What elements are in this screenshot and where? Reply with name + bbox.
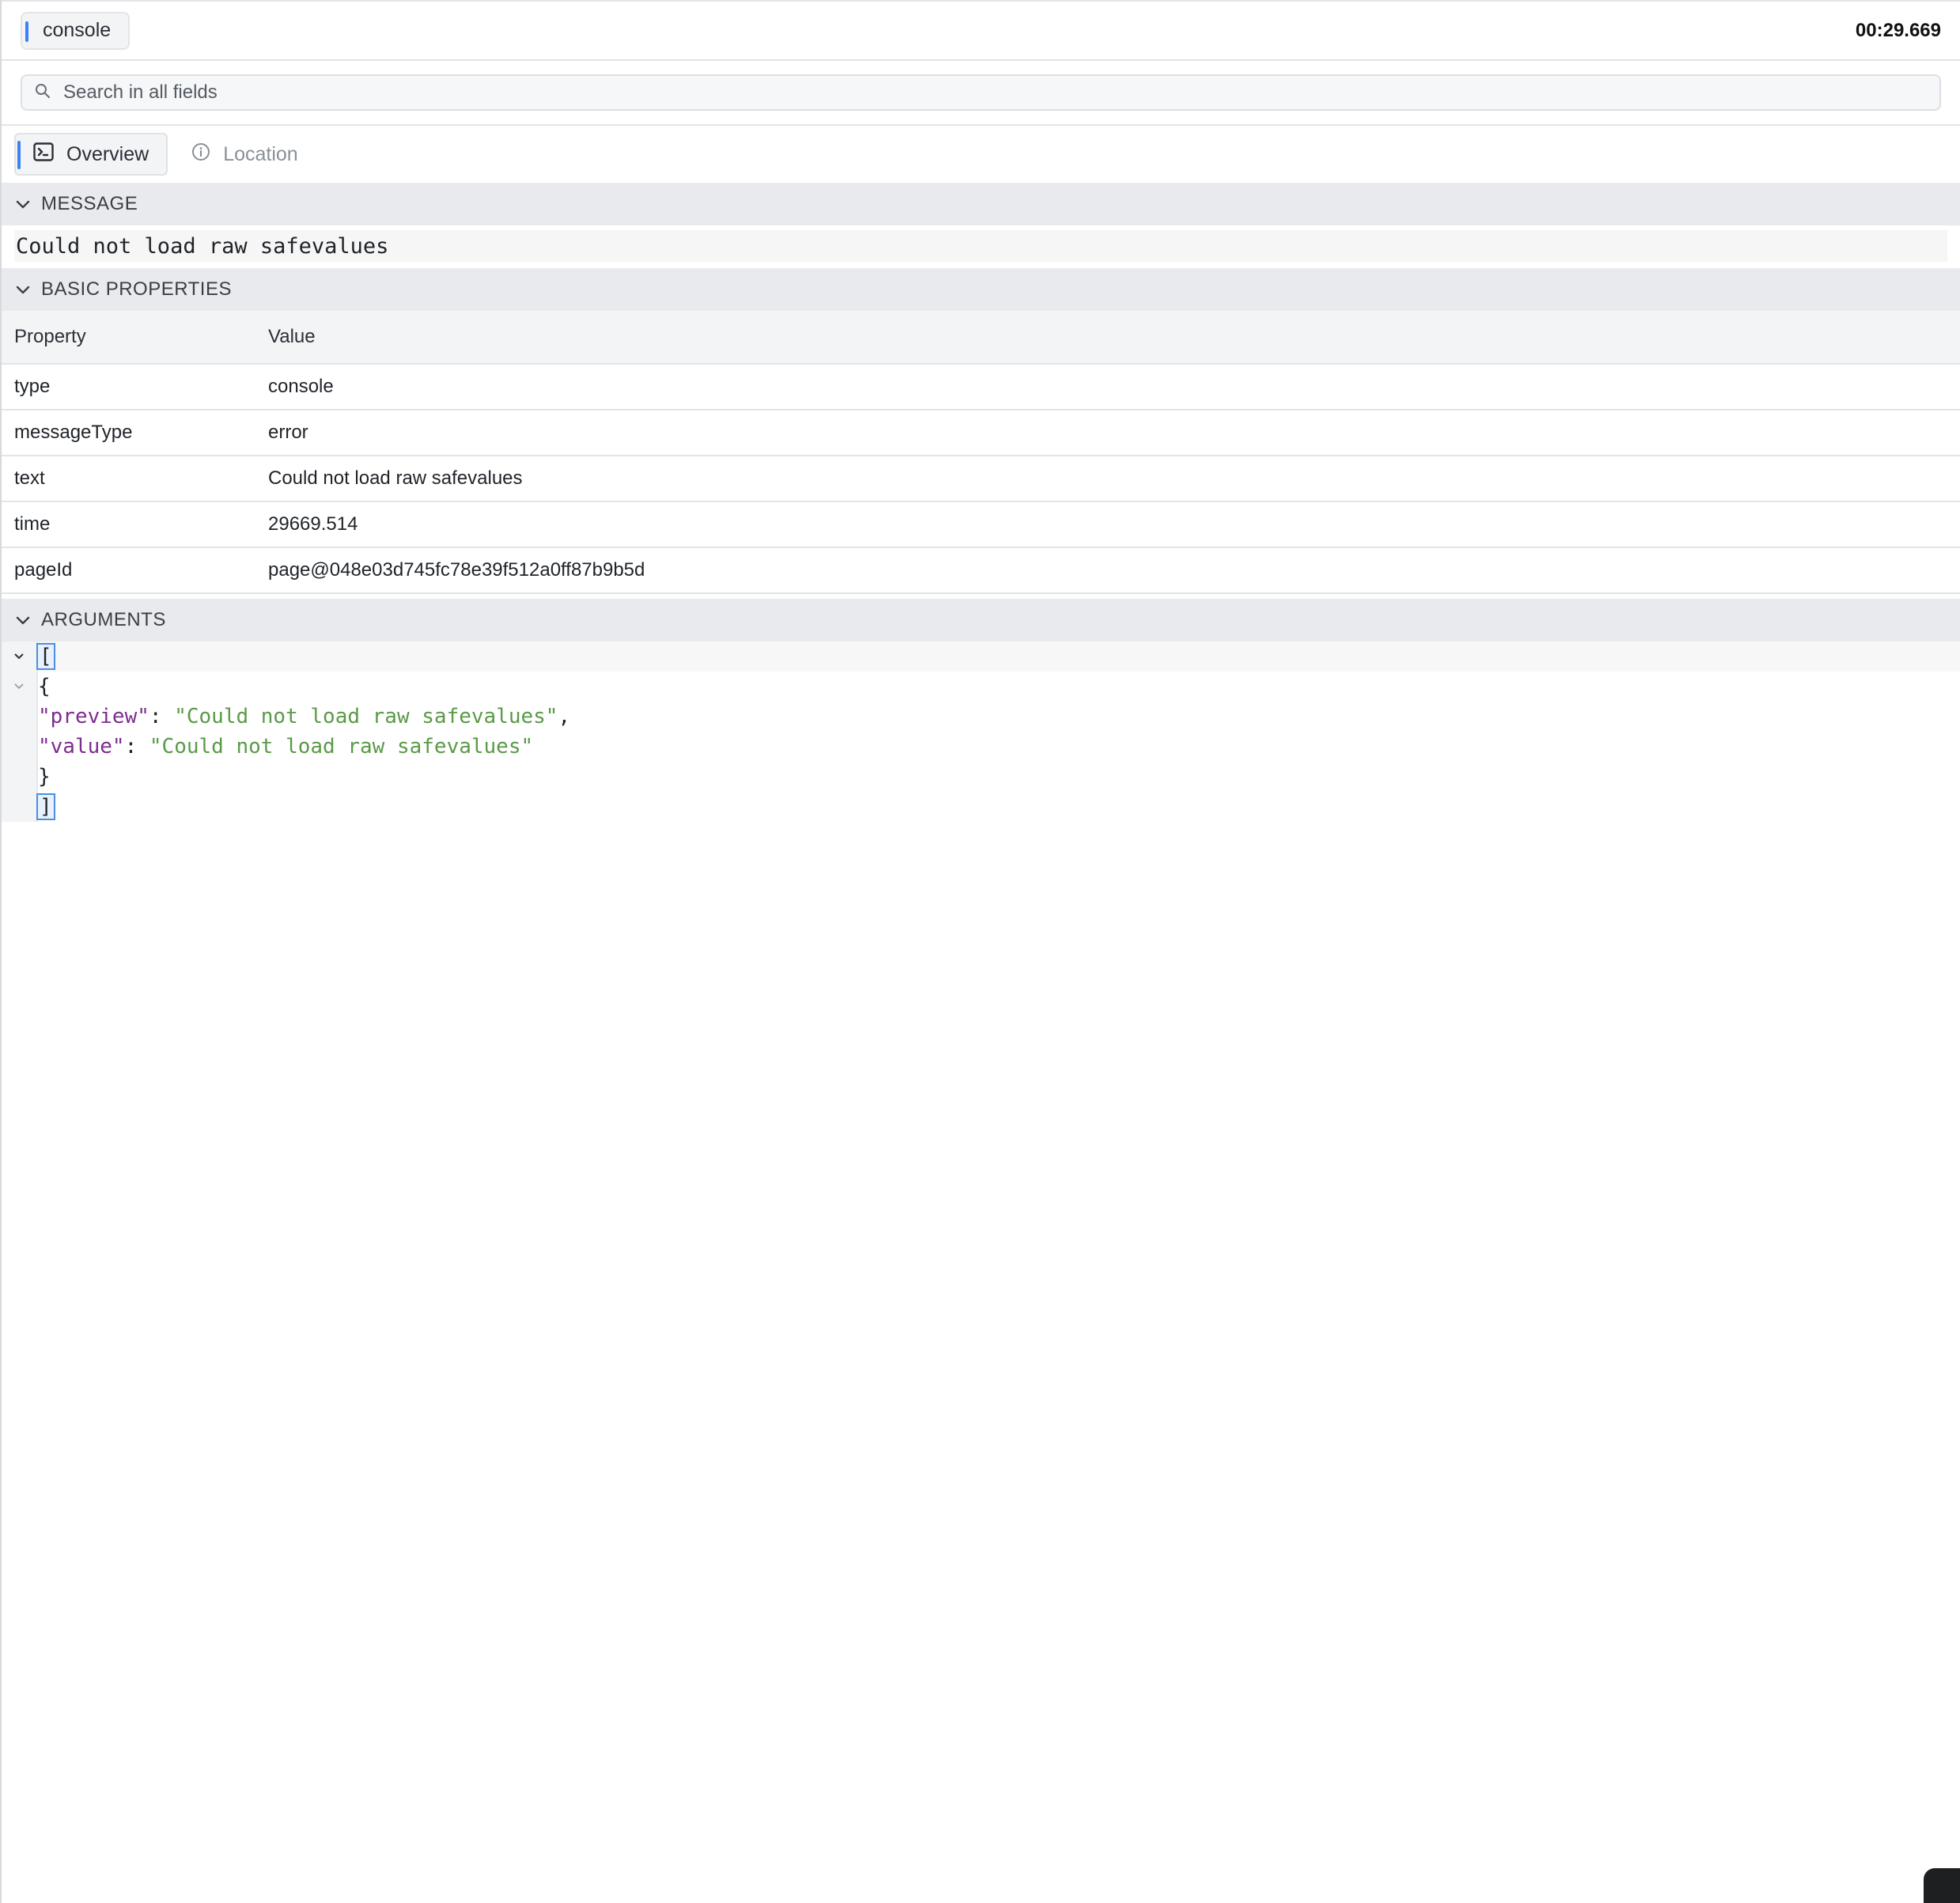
search-bar <box>2 61 1960 126</box>
property-name: type <box>2 364 255 410</box>
table-row: type console <box>2 364 1960 410</box>
message-body: Could not load raw safevalues <box>2 225 1960 268</box>
property-value: 29669.514 <box>255 501 1960 548</box>
property-value: page@048e03d745fc78e39f512a0ff87b9b5d <box>255 547 1960 594</box>
chip-accent <box>25 21 28 42</box>
code-line: } <box>38 762 1960 792</box>
code-gutter <box>2 641 38 822</box>
table-row: pageId page@048e03d745fc78e39f512a0ff87b… <box>2 547 1960 594</box>
tab-overview-label: Overview <box>66 142 149 165</box>
property-name: text <box>2 456 255 502</box>
property-name: pageId <box>2 547 255 594</box>
json-value-preview: "Could not load raw safevalues" <box>174 705 558 728</box>
tab-overview[interactable]: Overview <box>14 133 168 176</box>
terminal-icon <box>33 142 54 167</box>
chevron-down-icon <box>16 193 30 215</box>
search-icon <box>35 83 51 103</box>
column-header-value[interactable]: Value <box>255 311 1960 365</box>
json-viewer: [ { "preview": "Could not load raw safev… <box>2 641 1960 822</box>
table-header-row: Property Value <box>2 311 1960 365</box>
json-open-bracket: [ <box>36 643 55 670</box>
search-field[interactable] <box>21 74 1941 111</box>
basic-properties-section-header[interactable]: BASIC PROPERTIES <box>2 268 1960 311</box>
table-row: text Could not load raw safevalues <box>2 456 1960 502</box>
fold-toggle-icon[interactable] <box>2 672 36 702</box>
info-icon <box>191 142 210 167</box>
top-bar: console 00:29.669 <box>2 0 1960 61</box>
property-value: Could not load raw safevalues <box>255 456 1960 502</box>
code-line: ] <box>36 792 1960 822</box>
table-row: messageType error <box>2 410 1960 456</box>
basic-properties-title: BASIC PROPERTIES <box>41 278 232 300</box>
properties-table: Property Value type console messageType … <box>2 311 1960 594</box>
json-key-preview: "preview" <box>38 705 149 728</box>
json-key-value: "value" <box>38 735 125 759</box>
chevron-down-icon <box>16 609 30 631</box>
tab-active-indicator <box>17 141 21 169</box>
code-line: "preview": "Could not load raw safevalue… <box>38 705 571 728</box>
property-name: time <box>2 501 255 548</box>
property-value: console <box>255 364 1960 410</box>
property-name: messageType <box>2 410 255 456</box>
timestamp: 00:29.669 <box>1855 19 1941 41</box>
code-line: { <box>38 672 1960 702</box>
code-line: "value": "Could not load raw safevalues" <box>38 735 534 759</box>
floating-widget-corner[interactable] <box>1924 1868 1960 1903</box>
tab-location[interactable]: Location <box>174 133 316 176</box>
property-value: error <box>255 410 1960 456</box>
fold-toggle-icon[interactable] <box>2 641 36 672</box>
message-text: Could not load raw safevalues <box>14 230 1947 262</box>
search-input[interactable] <box>51 81 1927 104</box>
json-close-bracket: ] <box>36 793 55 820</box>
chevron-down-icon <box>16 278 30 301</box>
message-section-title: MESSAGE <box>41 193 138 214</box>
code-lines[interactable]: [ { "preview": "Could not load raw safev… <box>36 641 1960 822</box>
chip-label: console <box>43 19 112 41</box>
json-open-brace: { <box>38 675 51 698</box>
code-line: [ <box>36 641 1960 672</box>
event-type-chip[interactable]: console <box>21 11 131 50</box>
message-section-header[interactable]: MESSAGE <box>2 183 1960 225</box>
tab-bar: Overview Location <box>2 126 1960 183</box>
table-row: time 29669.514 <box>2 501 1960 548</box>
column-header-property[interactable]: Property <box>2 311 255 365</box>
tab-location-label: Location <box>223 142 298 165</box>
arguments-section-header[interactable]: ARGUMENTS <box>2 599 1960 641</box>
arguments-section-title: ARGUMENTS <box>41 609 166 630</box>
json-close-brace: } <box>38 765 51 789</box>
json-value-value: "Could not load raw safevalues" <box>149 735 534 759</box>
